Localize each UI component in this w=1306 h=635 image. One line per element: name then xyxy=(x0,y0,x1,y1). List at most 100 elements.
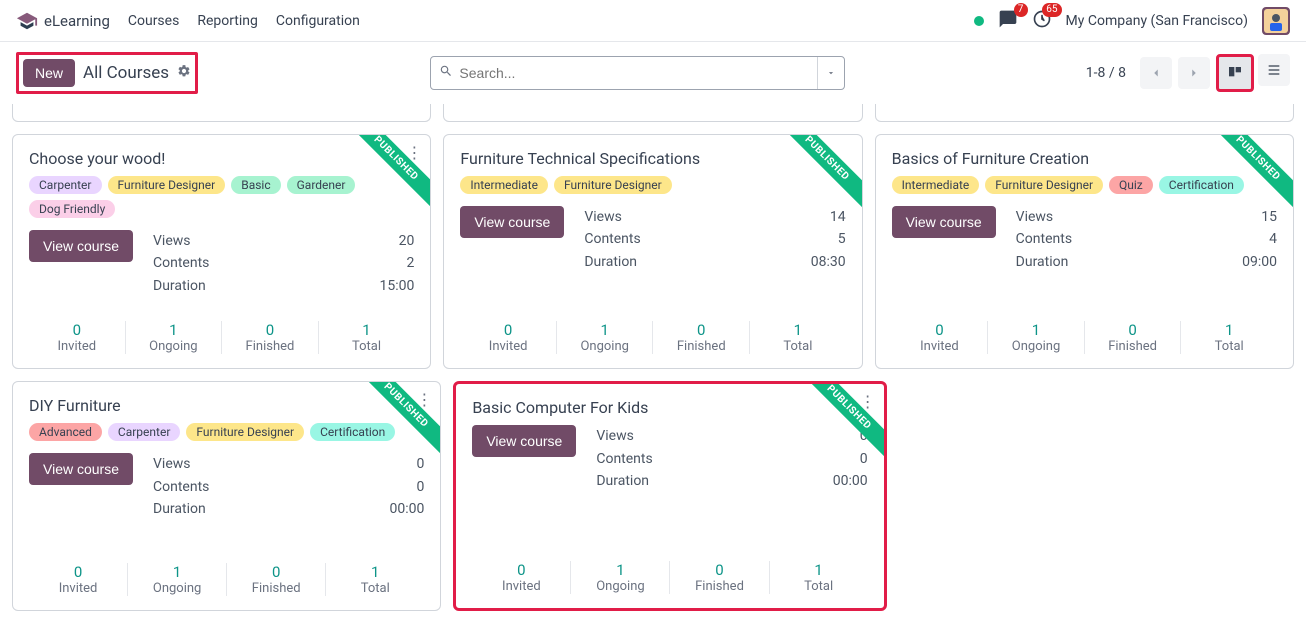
footer-stat[interactable]: 0Invited xyxy=(892,321,989,354)
next-page-button[interactable] xyxy=(1178,57,1210,89)
nav-reporting[interactable]: Reporting xyxy=(197,13,258,29)
footer-num: 0 xyxy=(1085,321,1181,339)
search-box[interactable] xyxy=(430,56,845,90)
tag: Certification xyxy=(310,423,395,441)
tag: Certification xyxy=(1159,176,1244,194)
tag: Furniture Designer xyxy=(985,176,1103,194)
stat-label: Views xyxy=(584,206,622,228)
stat-value: 15:00 xyxy=(379,275,414,297)
footer-num: 0 xyxy=(460,321,556,339)
course-card[interactable]: PUBLISHED⋮DIY FurnitureAdvancedCarpenter… xyxy=(12,381,441,611)
stat-label: Duration xyxy=(153,275,206,297)
course-card[interactable]: PUBLISHEDFurniture Technical Specificati… xyxy=(443,134,862,369)
footer-stat[interactable]: 1Total xyxy=(1181,321,1277,354)
tag-list: CarpenterFurniture DesignerBasicGardener… xyxy=(29,176,414,218)
tag: Furniture Designer xyxy=(186,423,304,441)
view-course-button[interactable]: View course xyxy=(472,425,576,457)
course-title: DIY Furniture xyxy=(29,396,424,415)
tag: Intermediate xyxy=(460,176,548,194)
footer-stat[interactable]: 0Invited xyxy=(29,563,128,596)
view-course-button[interactable]: View course xyxy=(460,206,564,238)
company-selector[interactable]: My Company (San Francisco) xyxy=(1066,13,1248,29)
footer-stat[interactable]: 1Ongoing xyxy=(557,321,654,354)
footer-stat[interactable]: 0Invited xyxy=(460,321,557,354)
course-card[interactable]: PUBLISHED⋮Basic Computer For KidsView co… xyxy=(453,381,886,611)
chevron-right-icon xyxy=(1187,66,1201,80)
tag: Intermediate xyxy=(892,176,980,194)
card-menu-button[interactable]: ⋮ xyxy=(406,145,422,161)
footer-stat[interactable]: 1Ongoing xyxy=(988,321,1085,354)
footer-stat[interactable]: 0Finished xyxy=(1085,321,1182,354)
footer-num: 0 xyxy=(222,321,318,339)
course-card[interactable]: PUBLISHEDBasics of Furniture CreationInt… xyxy=(875,134,1294,369)
nav-configuration[interactable]: Configuration xyxy=(276,13,360,29)
status-indicator xyxy=(974,16,984,26)
footer-label: Invited xyxy=(29,339,125,354)
view-course-button[interactable]: View course xyxy=(892,206,996,238)
footer-num: 0 xyxy=(227,563,325,581)
stat-value: 00:00 xyxy=(389,498,424,520)
app-logo[interactable]: eLearning xyxy=(16,10,110,32)
app-name: eLearning xyxy=(44,12,110,30)
footer-stat[interactable]: 0Finished xyxy=(653,321,750,354)
gear-icon[interactable] xyxy=(177,64,191,82)
footer-stat[interactable]: 1Ongoing xyxy=(128,563,227,596)
kanban-view-button[interactable] xyxy=(1216,54,1254,92)
tag: Quiz xyxy=(1109,176,1153,194)
pager[interactable]: 1-8 / 8 xyxy=(1078,65,1134,81)
tag: Dog Friendly xyxy=(29,200,115,218)
footer-num: 0 xyxy=(29,321,125,339)
toolbar-left-highlight: New All Courses xyxy=(16,52,198,94)
footer-num: 1 xyxy=(319,321,415,339)
footer-num: 1 xyxy=(770,561,868,579)
footer-stat[interactable]: 0Invited xyxy=(29,321,126,354)
footer-label: Total xyxy=(770,579,868,594)
search-input[interactable] xyxy=(459,65,809,81)
view-course-button[interactable]: View course xyxy=(29,230,133,262)
footer-stat[interactable]: 1Total xyxy=(326,563,424,596)
footer-stat[interactable]: 0Finished xyxy=(222,321,319,354)
tag: Carpenter xyxy=(29,176,102,194)
stat-label: Duration xyxy=(153,498,206,520)
footer-stat[interactable]: 0Finished xyxy=(670,561,769,594)
view-course-button[interactable]: View course xyxy=(29,453,133,485)
footer-label: Total xyxy=(319,339,415,354)
nav-courses[interactable]: Courses xyxy=(128,13,179,29)
course-title: Furniture Technical Specifications xyxy=(460,149,845,168)
toolbar: New All Courses 1-8 / 8 xyxy=(0,42,1306,104)
new-button[interactable]: New xyxy=(23,59,75,87)
footer-stat[interactable]: 0Finished xyxy=(227,563,326,596)
footer-stat[interactable]: 1Ongoing xyxy=(126,321,223,354)
footer-stat[interactable]: 1Total xyxy=(770,561,868,594)
footer-num: 0 xyxy=(670,561,768,579)
footer-num: 1 xyxy=(557,321,653,339)
stat-label: Views xyxy=(596,425,634,447)
tag: Carpenter xyxy=(108,423,181,441)
avatar-icon xyxy=(1264,9,1288,33)
prev-page-button[interactable] xyxy=(1140,57,1172,89)
footer-num: 1 xyxy=(1181,321,1277,339)
footer-label: Ongoing xyxy=(571,579,669,594)
stat-value: 09:00 xyxy=(1242,251,1277,273)
user-avatar[interactable] xyxy=(1262,7,1290,35)
footer-label: Total xyxy=(1181,339,1277,354)
course-card[interactable]: PUBLISHED⋮Choose your wood!CarpenterFurn… xyxy=(12,134,431,369)
stat-value: 2 xyxy=(406,252,414,274)
card-menu-button[interactable]: ⋮ xyxy=(860,394,876,410)
messages-button[interactable]: 7 xyxy=(998,9,1018,33)
footer-stat[interactable]: 1Total xyxy=(750,321,846,354)
activities-button[interactable]: 65 xyxy=(1032,9,1052,33)
footer-stat[interactable]: 1Ongoing xyxy=(571,561,670,594)
stat-value: 08:30 xyxy=(811,251,846,273)
footer-label: Invited xyxy=(29,581,127,596)
footer-label: Invited xyxy=(892,339,988,354)
footer-label: Ongoing xyxy=(128,581,226,596)
footer-num: 1 xyxy=(326,563,424,581)
list-view-button[interactable] xyxy=(1258,54,1290,86)
footer-stat[interactable]: 1Total xyxy=(319,321,415,354)
tag: Basic xyxy=(231,176,280,194)
card-menu-button[interactable]: ⋮ xyxy=(416,392,432,408)
footer-stat[interactable]: 0Invited xyxy=(472,561,571,594)
search-dropdown[interactable] xyxy=(817,57,836,89)
published-ribbon: PUBLISHED xyxy=(771,134,862,214)
